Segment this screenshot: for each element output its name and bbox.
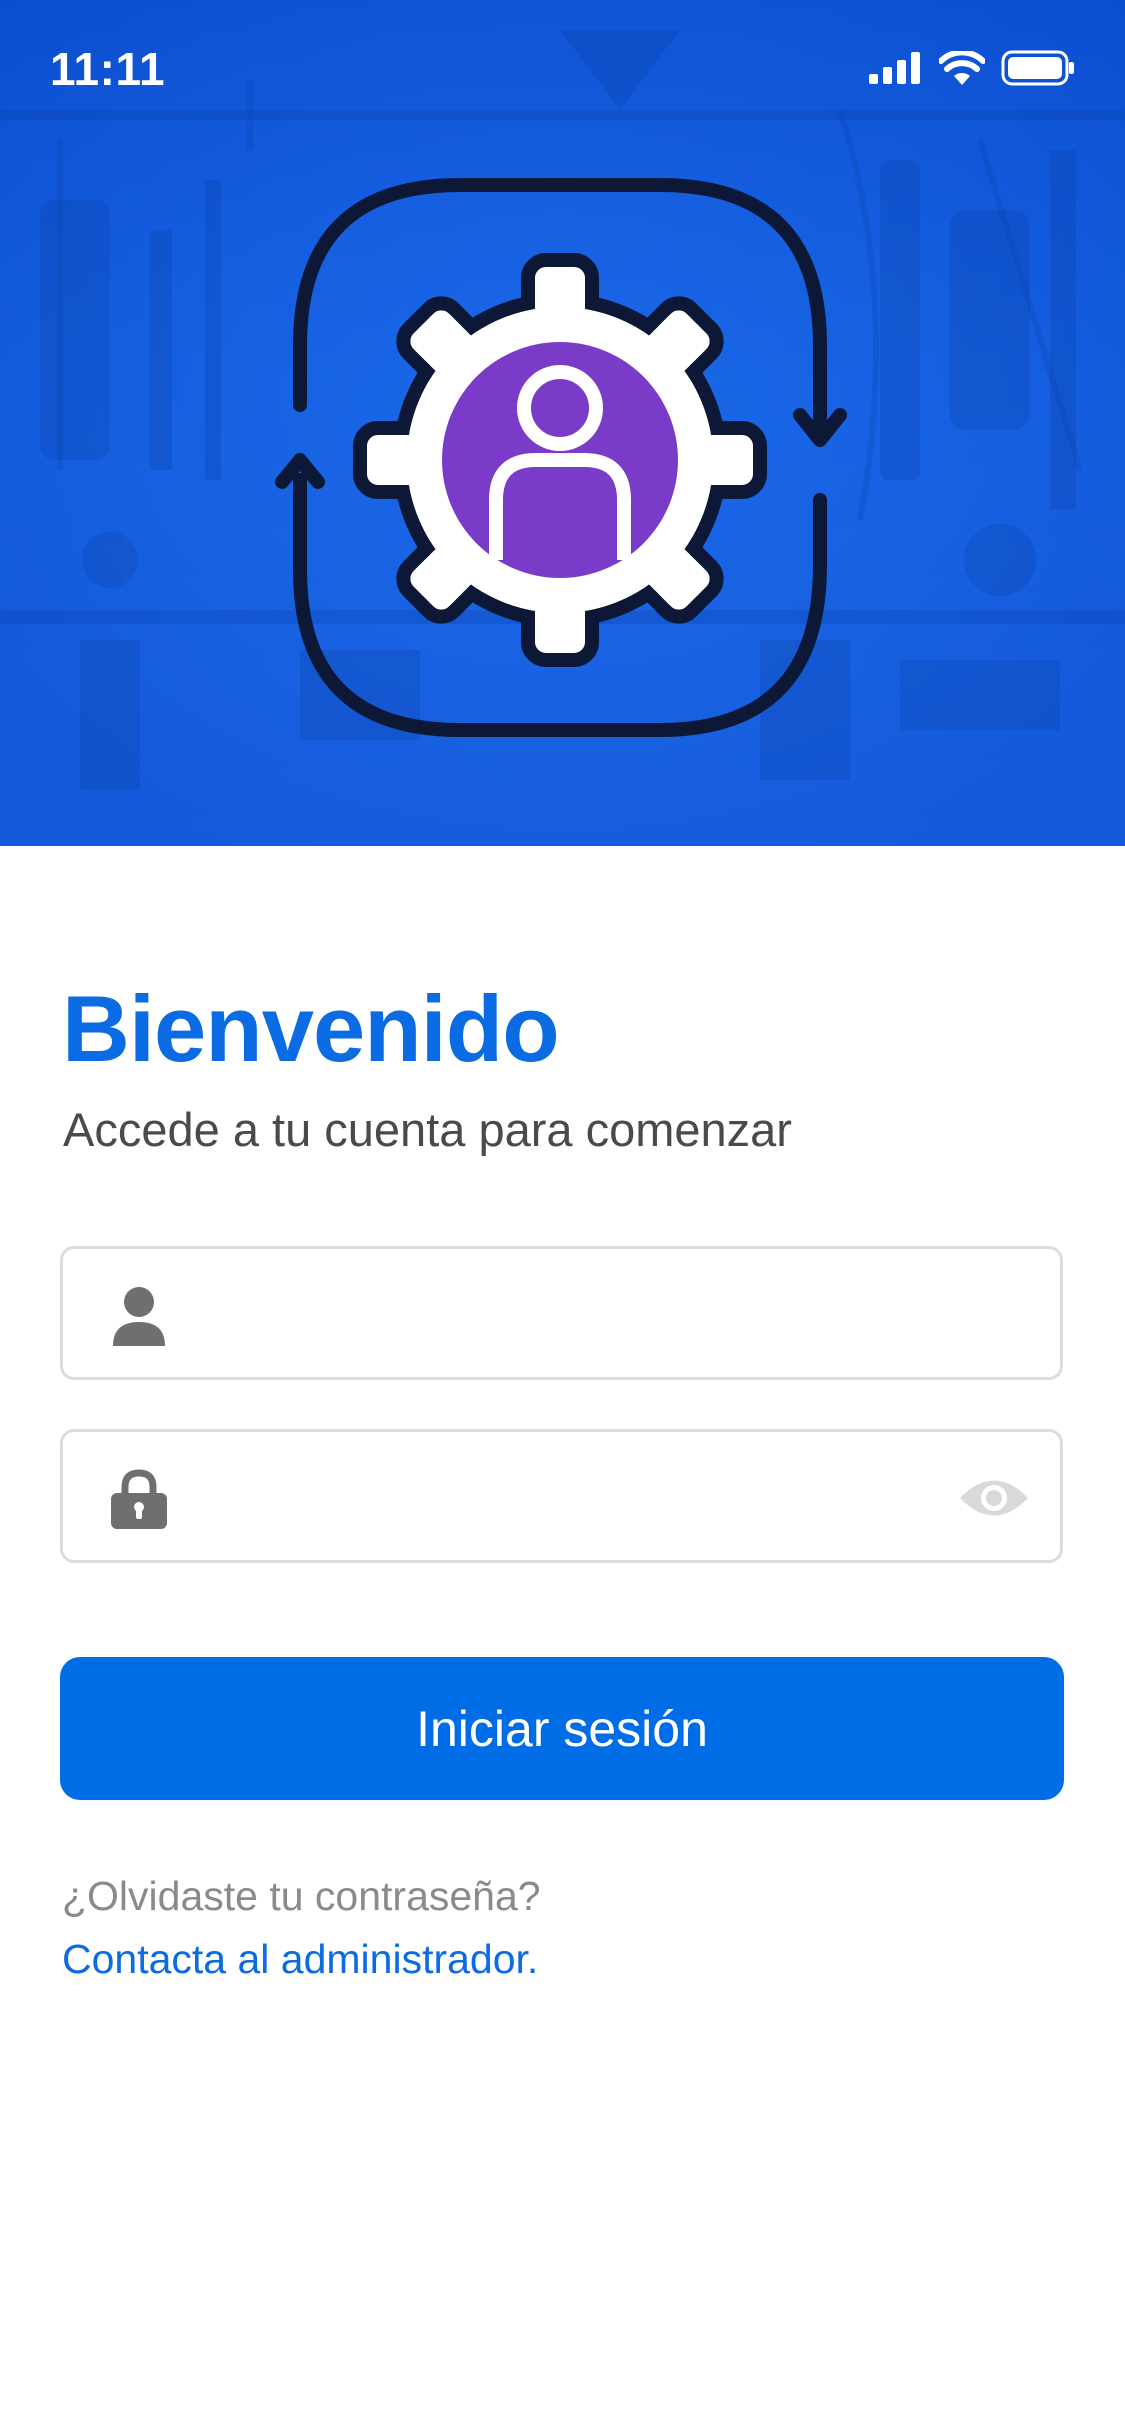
login-screen: 11:11 Bienvenido Accede a tu cuenta para… (0, 0, 1125, 2436)
battery-icon (1001, 50, 1075, 91)
user-icon (113, 1287, 165, 1346)
page-subtitle: Accede a tu cuenta para comenzar (63, 1103, 792, 1156)
login-button[interactable]: Iniciar sesión (60, 1657, 1064, 1800)
user-gear-sync-icon (275, 178, 847, 737)
status-icons (869, 48, 1075, 92)
eye-icon[interactable] (958, 1475, 1030, 1521)
page-title: Bienvenido (62, 976, 560, 1081)
status-bar: 11:11 (0, 0, 1125, 140)
password-input[interactable] (213, 1452, 997, 1544)
status-time: 11:11 (50, 43, 166, 95)
contact-admin-link[interactable]: Contacta al administrador. (62, 1936, 538, 1983)
lock-icon (111, 1469, 167, 1529)
wifi-icon (938, 48, 986, 90)
forgot-password-text: ¿Olvidaste tu contraseña? (62, 1873, 541, 1919)
hero-banner: 11:11 (0, 0, 1125, 846)
cellular-signal-icon (869, 51, 923, 89)
password-field[interactable] (60, 1429, 1063, 1563)
username-field[interactable] (60, 1246, 1063, 1380)
username-input[interactable] (213, 1269, 997, 1361)
